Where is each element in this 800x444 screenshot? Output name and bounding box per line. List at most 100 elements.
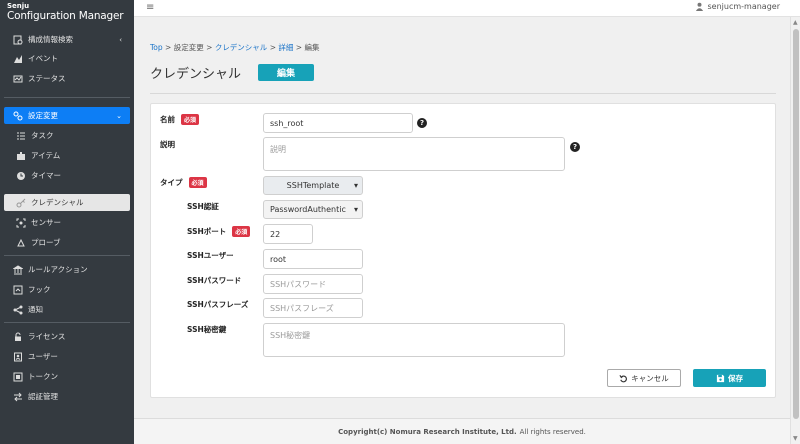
sidebar-item-license[interactable]: ライセンス (4, 328, 130, 345)
footer: Copyright(c) Nomura Research Institute, … (134, 418, 790, 444)
mode-badge: 編集 (258, 64, 314, 81)
sidebar-item-sensor[interactable]: センサー (4, 214, 130, 231)
sidebar-item-label: 通知 (28, 305, 43, 314)
breadcrumb-separator: > (165, 43, 172, 52)
breadcrumb-separator: > (269, 43, 276, 52)
breadcrumb-credential[interactable]: クレデンシャル (215, 43, 268, 52)
ssh-passphrase-label: SSHパスフレーズ (187, 300, 249, 309)
save-button-label: 保存 (728, 373, 743, 383)
breadcrumb-separator: > (295, 43, 303, 52)
lock-icon (12, 331, 24, 343)
help-icon[interactable]: ? (570, 142, 580, 152)
sidebar-item-item[interactable]: アイテム (4, 147, 130, 164)
sidebar-item-probe[interactable]: プローブ (4, 234, 130, 251)
sidebar-item-label: センサー (31, 218, 61, 227)
probe-icon (15, 237, 27, 249)
required-badge: 必須 (188, 177, 207, 188)
sidebar-divider (4, 97, 130, 98)
footer-copyright: Copyright(c) Nomura Research Institute, … (338, 427, 517, 436)
help-icon[interactable]: ? (417, 118, 427, 128)
save-icon (716, 374, 725, 382)
sidebar-item-user[interactable]: ユーザー (4, 348, 130, 365)
ssh-user-label: SSHユーザー (187, 251, 234, 260)
breadcrumb-settings: 設定変更 (173, 43, 204, 52)
key-icon (15, 197, 27, 209)
sidebar-item-label: ユーザー (28, 352, 58, 361)
sidebar-item-label: ステータス (28, 74, 66, 83)
sidebar-item-label: クレデンシャル (31, 198, 84, 207)
search-db-icon (12, 34, 24, 46)
scroll-down-arrow-icon[interactable]: ▼ (793, 435, 798, 442)
app-logo[interactable]: Senju Configuration Manager (0, 0, 134, 27)
user-icon (695, 2, 703, 11)
required-badge: 必須 (181, 114, 200, 125)
breadcrumb-top[interactable]: Top (150, 43, 163, 52)
sidebar-item-rule-action[interactable]: ルールアクション (4, 261, 130, 278)
sidebar-item-label: トークン (28, 372, 58, 381)
sidebar-item-notification[interactable]: 通知 (4, 301, 130, 318)
sidebar-item-label: プローブ (31, 238, 61, 247)
description-textarea[interactable]: 説明 (263, 137, 565, 171)
cancel-button-label: キャンセル (631, 373, 669, 383)
breadcrumb: Top > 設定変更 > クレデンシャル > 詳細 > 編集 (150, 42, 319, 53)
undo-icon (619, 374, 628, 382)
share-icon (12, 304, 24, 316)
title-divider (150, 93, 776, 94)
breadcrumb-detail[interactable]: 詳細 (278, 43, 293, 52)
rule-icon (12, 264, 24, 276)
cancel-button[interactable]: キャンセル (607, 369, 681, 387)
chevron-down-icon: ⌄ (116, 111, 122, 120)
sidebar-item-event[interactable]: イベント (4, 50, 130, 67)
ssh-port-input[interactable]: 22 (263, 224, 313, 244)
sidebar-item-settings-change[interactable]: 設定変更 ⌄ (4, 107, 130, 124)
sidebar: Senju Configuration Manager 構成情報検索 ‹ イベン… (0, 0, 134, 444)
sidebar-item-label: 認証管理 (28, 392, 58, 401)
logo-line1: Senju (7, 2, 30, 10)
sidebar-item-auth[interactable]: 認証管理 (4, 388, 130, 405)
sidebar-item-timer[interactable]: タイマー (4, 167, 130, 184)
sidebar-item-hook[interactable]: フック (4, 281, 130, 298)
footer-rights: All rights reserved. (519, 427, 586, 436)
user-book-icon (12, 351, 24, 363)
task-icon (15, 130, 27, 142)
event-icon (12, 53, 24, 65)
sidebar-item-search[interactable]: 構成情報検索 ‹ (4, 31, 130, 48)
username: senjucm-manager (707, 2, 781, 11)
type-select[interactable]: SSHTemplate (263, 176, 363, 195)
ssh-user-input[interactable]: root (263, 249, 363, 269)
sensor-icon (15, 217, 27, 229)
vertical-scrollbar[interactable]: ▲ ▼ (790, 17, 800, 444)
ssh-private-key-textarea[interactable]: SSH秘密鍵 (263, 323, 565, 357)
sidebar-divider (4, 255, 130, 256)
ssh-private-key-label: SSH秘密鍵 (187, 325, 227, 334)
sidebar-item-status[interactable]: ステータス (4, 70, 130, 87)
hamburger-menu-icon[interactable]: ≡ (146, 2, 154, 13)
scroll-thumb[interactable] (793, 29, 799, 419)
ssh-auth-label: SSH認証 (187, 202, 219, 211)
save-button[interactable]: 保存 (693, 369, 766, 387)
ssh-password-input[interactable]: SSHパスワード (263, 274, 363, 294)
sidebar-divider (4, 322, 130, 323)
ssh-auth-select[interactable]: PasswordAuthentic (263, 200, 363, 219)
sidebar-item-credential[interactable]: クレデンシャル (4, 194, 130, 211)
chevron-left-icon: ‹ (119, 35, 122, 44)
sidebar-item-label: 設定変更 (28, 111, 58, 120)
puzzle-icon (15, 150, 27, 162)
sidebar-item-token[interactable]: トークン (4, 368, 130, 385)
sidebar-item-label: フック (28, 285, 51, 294)
user-menu[interactable]: senjucm-manager (695, 2, 781, 11)
name-input[interactable]: ssh_root (263, 113, 413, 133)
sidebar-item-label: タスク (31, 131, 54, 140)
ssh-port-label: SSHポート 必須 (187, 226, 251, 237)
name-label: 名前 必須 (160, 114, 200, 125)
status-icon (12, 73, 24, 85)
ssh-passphrase-input[interactable]: SSHパスフレーズ (263, 298, 363, 318)
clock-icon (15, 170, 27, 182)
type-label: タイプ 必須 (160, 177, 207, 188)
top-bar: ≡ senjucm-manager (134, 0, 800, 17)
ssh-password-label: SSHパスワード (187, 276, 242, 285)
auth-icon (12, 391, 24, 403)
scroll-up-arrow-icon[interactable]: ▲ (793, 19, 798, 26)
breadcrumb-edit: 編集 (304, 43, 320, 52)
sidebar-item-task[interactable]: タスク (4, 127, 130, 144)
